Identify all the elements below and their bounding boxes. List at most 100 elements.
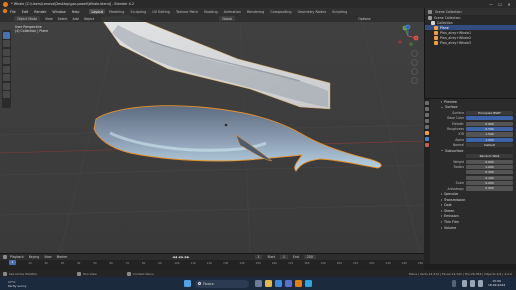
mode-selector[interactable]: Object Mode bbox=[14, 16, 41, 21]
transform-tool-icon[interactable] bbox=[3, 74, 10, 81]
telegram-icon[interactable] bbox=[305, 280, 312, 287]
windows-start-icon[interactable] bbox=[184, 280, 191, 287]
outliner-row[interactable]: Plan_alrey+Whale3 bbox=[425, 40, 516, 45]
timeline-panel[interactable]: Playback Keying View Marker ◀◀ ◀ ▶ ▶▶ 1 … bbox=[0, 253, 424, 270]
select-box-tool-icon[interactable] bbox=[3, 31, 10, 39]
tab-compositing[interactable]: Compositing bbox=[268, 9, 293, 14]
tab-modeling[interactable]: Modeling bbox=[107, 9, 126, 14]
minimize-button[interactable]: — bbox=[488, 2, 494, 7]
subsurface-method-selector[interactable]: Random Walk bbox=[466, 154, 513, 159]
subsurface-scale-field[interactable]: 0.050 bbox=[466, 181, 513, 186]
menu-window[interactable]: Window bbox=[52, 10, 65, 14]
browser-icon[interactable] bbox=[275, 280, 282, 287]
tab-texture-paint[interactable]: Texture Paint bbox=[174, 9, 200, 14]
tab-rendering[interactable]: Rendering bbox=[245, 9, 266, 14]
subsurface-radius-x-field[interactable]: 1.000 bbox=[466, 164, 513, 170]
modifier-tab-icon[interactable] bbox=[425, 137, 429, 141]
scene-tab-icon[interactable] bbox=[425, 119, 429, 123]
annotate-tool-icon[interactable] bbox=[3, 82, 10, 90]
weather-widget[interactable]: 17°C Partly sunny bbox=[8, 280, 27, 288]
base-color-swatch[interactable] bbox=[466, 116, 513, 121]
viewport-menu-add[interactable]: Add bbox=[73, 17, 79, 21]
navigation-gizmo[interactable]: X Y Z bbox=[396, 24, 420, 48]
timeline-menu-view[interactable]: View bbox=[44, 255, 51, 259]
timeline-tick-label: 20 bbox=[44, 261, 48, 265]
taskbar-search-input[interactable]: Поиск bbox=[195, 279, 249, 288]
options-button[interactable]: Options bbox=[358, 17, 370, 21]
ior-field[interactable]: 1.500 bbox=[466, 132, 513, 137]
end-frame-field[interactable]: 250 bbox=[303, 255, 316, 259]
transform-orientation-selector[interactable]: Global bbox=[219, 16, 236, 21]
viewport-menu-select[interactable]: Select bbox=[58, 17, 68, 21]
outliner-editor-icon[interactable] bbox=[428, 9, 432, 14]
task-view-icon[interactable] bbox=[255, 280, 262, 287]
move-tool-icon[interactable] bbox=[3, 48, 10, 56]
menu-edit[interactable]: Edit bbox=[22, 10, 29, 14]
timeline-tick-label: 180 bbox=[304, 261, 310, 265]
3d-viewport[interactable] bbox=[0, 15, 424, 253]
tab-uv-editing[interactable]: UV Editing bbox=[150, 9, 172, 14]
gizmo-z-label: Z bbox=[407, 25, 409, 29]
timeline-menu-playback[interactable]: Playback bbox=[10, 255, 24, 259]
metallic-field[interactable]: 0.000 bbox=[466, 121, 513, 126]
tool-tab-icon[interactable] bbox=[425, 101, 429, 105]
subsurface-radius-y-field[interactable]: 0.200 bbox=[466, 170, 513, 175]
volume-icon[interactable] bbox=[470, 280, 475, 287]
volume-section[interactable]: Volume bbox=[432, 225, 516, 231]
play-controls-icon[interactable]: ◀◀ ◀ ▶ ▶▶ bbox=[172, 255, 189, 259]
grid-icon[interactable] bbox=[411, 77, 418, 84]
surface-shader-selector[interactable]: Principled BSDF bbox=[466, 110, 513, 115]
output-tab-icon[interactable] bbox=[425, 113, 429, 117]
file-explorer-icon[interactable] bbox=[265, 280, 272, 287]
blender-menu-icon[interactable] bbox=[3, 9, 7, 14]
menu-file[interactable]: File bbox=[10, 10, 16, 14]
tray-chevron-icon[interactable] bbox=[452, 280, 456, 287]
subsurface-weight-field[interactable]: 0.000 bbox=[466, 159, 513, 164]
tab-scripting[interactable]: Scripting bbox=[330, 9, 349, 14]
cursor-tool-icon[interactable] bbox=[3, 40, 10, 47]
timeline-tick-label: 90 bbox=[158, 261, 162, 265]
tab-geometry-nodes[interactable]: Geometry Nodes bbox=[296, 9, 329, 14]
timeline-tick-label: 70 bbox=[125, 261, 130, 265]
measure-tool-icon[interactable] bbox=[3, 91, 10, 98]
pan-hand-icon[interactable] bbox=[411, 59, 418, 66]
timeline-tick-label: 120 bbox=[206, 261, 213, 265]
maximize-button[interactable]: ☐ bbox=[497, 2, 503, 7]
render-tab-icon[interactable] bbox=[425, 107, 429, 111]
viewport-menu-object[interactable]: Object bbox=[84, 17, 94, 21]
start-frame-field[interactable]: 1 bbox=[280, 255, 288, 259]
subsurface-radius-z-field[interactable]: 0.100 bbox=[466, 175, 513, 180]
store-icon[interactable] bbox=[285, 280, 292, 287]
tab-shading[interactable]: Shading bbox=[202, 9, 220, 14]
subsurface-anisotropy-field[interactable]: 0.000 bbox=[466, 186, 513, 191]
playhead[interactable]: 1 bbox=[9, 260, 16, 265]
timeline-menu-marker[interactable]: Marker bbox=[57, 255, 68, 259]
current-frame-field[interactable]: 1 bbox=[254, 255, 263, 259]
camera-icon[interactable] bbox=[411, 68, 418, 75]
menu-help[interactable]: Help bbox=[72, 10, 80, 14]
material-tab-icon[interactable] bbox=[425, 143, 429, 147]
timeline-tick-label: 250 bbox=[418, 261, 424, 265]
wifi-icon[interactable] bbox=[462, 280, 467, 287]
timeline-editor-icon[interactable] bbox=[3, 255, 7, 259]
alpha-field[interactable]: 1.000 bbox=[466, 137, 513, 142]
properties-tab-strip bbox=[424, 99, 430, 264]
roughness-field[interactable]: 0.500 bbox=[466, 126, 513, 132]
rotate-tool-icon[interactable] bbox=[3, 57, 10, 64]
blender-taskbar-icon[interactable] bbox=[295, 280, 302, 287]
timeline-menu-keying[interactable]: Keying bbox=[29, 255, 39, 259]
tab-layout[interactable]: Layout bbox=[89, 8, 105, 15]
tab-animation[interactable]: Animation bbox=[222, 9, 243, 14]
world-tab-icon[interactable] bbox=[425, 125, 429, 129]
normal-field[interactable]: Default bbox=[466, 143, 513, 148]
mesh-icon bbox=[434, 30, 438, 35]
tab-sculpting[interactable]: Sculpting bbox=[128, 9, 148, 14]
close-button[interactable]: ✕ bbox=[506, 2, 512, 7]
menu-render[interactable]: Render bbox=[34, 10, 46, 14]
system-clock[interactable]: 15:09 18.09.2024 bbox=[488, 279, 505, 287]
object-tab-icon[interactable] bbox=[425, 131, 429, 135]
viewport-menu-view[interactable]: View bbox=[45, 17, 53, 21]
zoom-icon[interactable] bbox=[411, 50, 418, 57]
scale-tool-icon[interactable] bbox=[3, 65, 10, 73]
battery-icon[interactable] bbox=[478, 280, 483, 287]
